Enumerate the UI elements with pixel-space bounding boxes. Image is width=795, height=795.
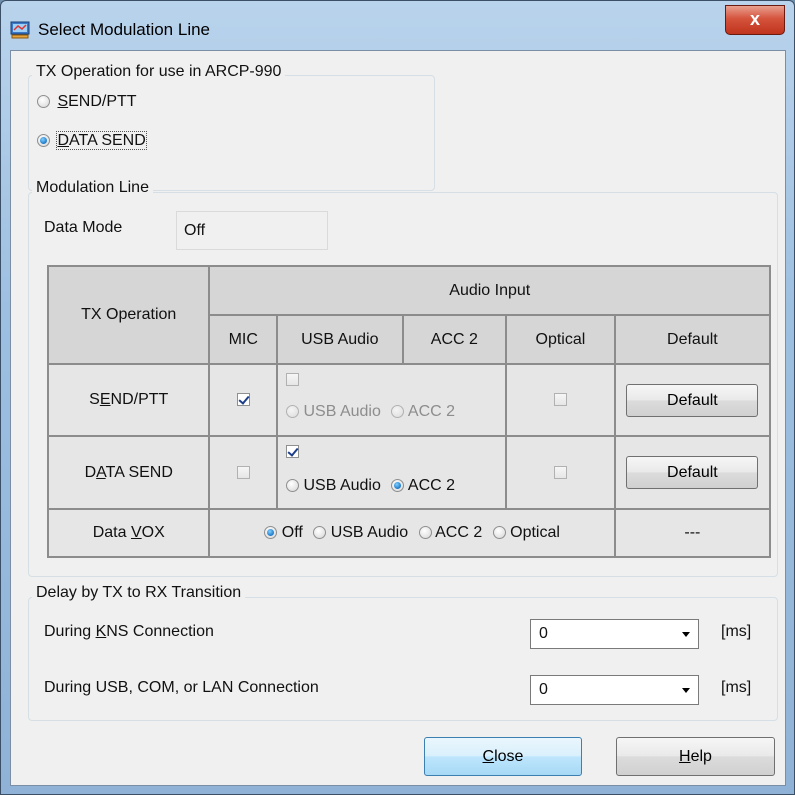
row-label-send-ptt: SEND/PTT: [46, 363, 211, 437]
vox-default-cell: ---: [613, 508, 772, 558]
optical-checkbox-data-send[interactable]: [553, 465, 567, 479]
usb-audio-radio-data-send[interactable]: [286, 479, 300, 493]
row-label-data-vox: Data VOX: [46, 508, 211, 558]
usb-connection-label: During USB, COM, or LAN Connection: [44, 679, 319, 696]
data-mode-field: Off: [176, 211, 328, 250]
kns-unit-label: [ms]: [721, 623, 752, 640]
default-header: Default: [613, 314, 772, 365]
optical-cell: [505, 435, 616, 510]
table-row: DATA SEND USB Audio ACC 2 Default: [46, 435, 772, 510]
optical-cell: [505, 363, 616, 437]
radio-send-ptt[interactable]: SEND/PTT: [37, 93, 137, 111]
usb-unit-label: [ms]: [721, 679, 752, 696]
window-title: Select Modulation Line: [38, 20, 211, 39]
app-icon: [10, 21, 30, 39]
title-bar[interactable]: Select Modulation Line x: [1, 1, 794, 47]
data-mode-label: Data Mode: [44, 219, 123, 236]
usb-audio-radio-send-ptt[interactable]: [286, 405, 300, 419]
row-label-data-send: DATA SEND: [46, 435, 211, 510]
vox-option-label: USB Audio: [330, 524, 409, 541]
modulation-line-legend: Modulation Line: [32, 179, 153, 197]
delay-legend: Delay by TX to RX Transition: [32, 584, 246, 602]
mic-header: MIC: [208, 314, 279, 365]
tx-operation-legend: TX Operation for use in ARCP-990: [32, 63, 286, 81]
usb-acc-checkbox-data-send[interactable]: [286, 445, 300, 459]
mic-cell: [208, 435, 279, 510]
acc2-radio-label: ACC 2: [407, 477, 456, 494]
table-row: Data VOX Off USB Audio ACC 2 Optical ---: [46, 508, 772, 558]
usb-audio-radio-label: USB Audio: [303, 403, 381, 420]
acc2-radio-label: ACC 2: [407, 403, 456, 420]
kns-delay-select[interactable]: 0: [530, 619, 699, 649]
radio-data-send[interactable]: DATA SEND: [37, 131, 147, 150]
vox-radio-acc2[interactable]: [418, 526, 432, 540]
usb-acc-cell: USB Audio ACC 2: [276, 363, 508, 437]
vox-radio-optical[interactable]: [492, 526, 506, 540]
radio-data-send-label: DATA SEND: [56, 131, 147, 150]
radio-send-ptt-label: SEND/PTT: [57, 93, 137, 110]
acc2-radio-send-ptt[interactable]: [391, 405, 405, 419]
close-icon: x: [749, 9, 760, 29]
vox-radio-usb-audio[interactable]: [313, 526, 327, 540]
close-window-button[interactable]: x: [725, 5, 785, 35]
radio-data-send-indicator[interactable]: [37, 134, 50, 148]
acc2-radio-data-send[interactable]: [391, 479, 405, 493]
mic-checkbox-data-send[interactable]: [236, 465, 250, 479]
close-button[interactable]: Close: [424, 737, 582, 776]
vox-option-label: ACC 2: [435, 524, 483, 541]
radio-send-ptt-indicator[interactable]: [37, 95, 50, 109]
mic-cell: [208, 363, 279, 437]
usb-acc-cell: USB Audio ACC 2: [276, 435, 508, 510]
audio-input-header: Audio Input: [208, 265, 771, 316]
optical-header: Optical: [505, 314, 616, 365]
chevron-down-icon[interactable]: [682, 688, 690, 693]
tx-operation-header: TX Operation: [46, 265, 211, 365]
help-button[interactable]: Help: [616, 737, 775, 776]
default-cell: Default: [613, 435, 772, 510]
usb-delay-select[interactable]: 0: [530, 675, 699, 705]
vox-options-cell: Off USB Audio ACC 2 Optical: [208, 508, 616, 558]
optical-checkbox-send-ptt[interactable]: [553, 393, 567, 407]
chevron-down-icon[interactable]: [682, 632, 690, 637]
acc2-header: ACC 2: [401, 314, 508, 365]
modulation-table: TX Operation Audio Input MIC USB Audio A…: [46, 265, 772, 558]
mic-checkbox-send-ptt[interactable]: [236, 393, 250, 407]
usb-audio-radio-label: USB Audio: [303, 477, 381, 494]
kns-delay-value: 0: [539, 625, 548, 642]
vox-option-label: Off: [281, 524, 303, 541]
usb-audio-header: USB Audio: [276, 314, 404, 365]
dialog-body: TX Operation for use in ARCP-990 SEND/PT…: [10, 50, 786, 786]
default-button-data-send[interactable]: Default: [626, 456, 759, 489]
usb-delay-value: 0: [539, 681, 548, 698]
vox-radio-off[interactable]: [264, 526, 278, 540]
usb-acc-checkbox-send-ptt[interactable]: [286, 373, 300, 387]
table-row: SEND/PTT USB Audio ACC 2 Default: [46, 363, 772, 437]
kns-connection-label: During KNS Connection: [44, 623, 214, 640]
default-cell: Default: [613, 363, 772, 437]
dialog-window: Select Modulation Line x TX Operation fo…: [0, 0, 795, 795]
vox-option-label: Optical: [510, 524, 560, 541]
default-button-send-ptt[interactable]: Default: [626, 383, 759, 417]
